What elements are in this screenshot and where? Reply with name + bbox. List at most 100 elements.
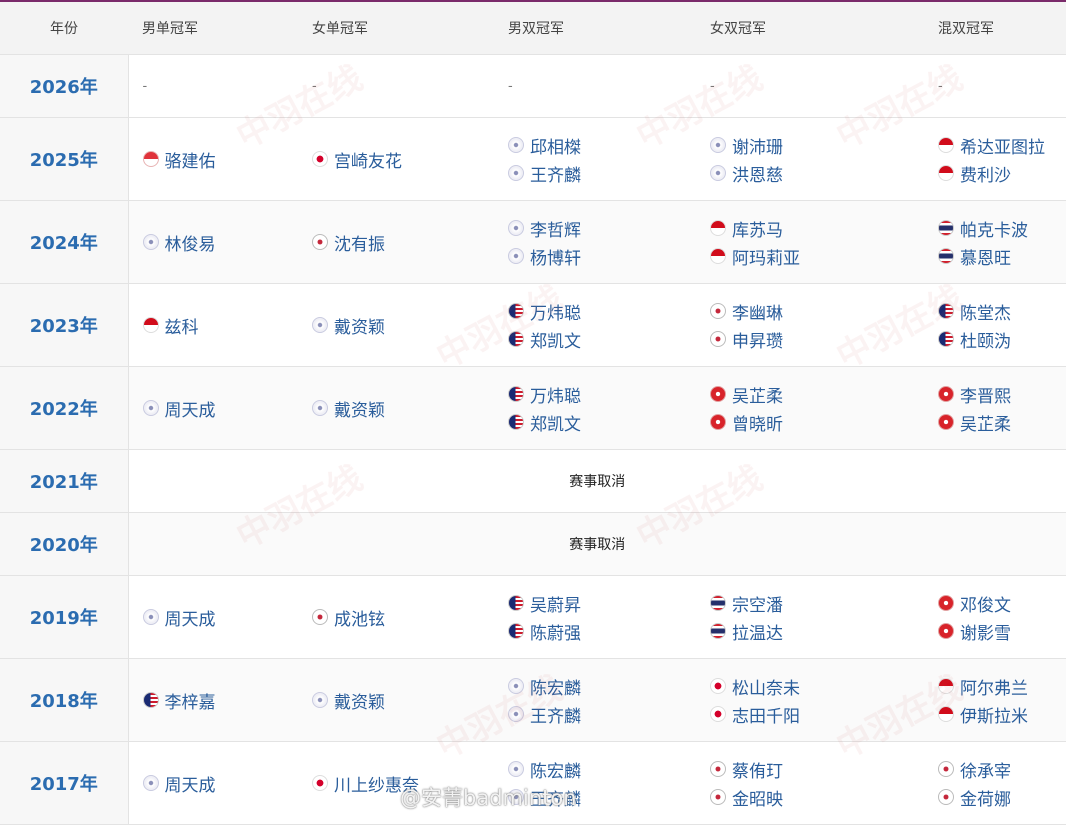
korea-flag-icon [710,331,726,347]
player-name[interactable]: 周天成 [165,396,216,421]
womens-doubles-cell: 吴芷柔 曾晓昕 [696,366,924,450]
player-name[interactable]: 沈有振 [334,230,385,255]
mens-singles-cell: 周天成 [128,366,298,450]
thailand-flag-icon [938,220,954,236]
player-name[interactable]: 谢影雪 [960,619,1011,644]
player-name[interactable]: 伊斯拉米 [960,702,1028,727]
player-name[interactable]: 李晋熙 [960,382,1011,407]
player-name[interactable]: 陈蔚强 [530,619,581,644]
hong-kong-flag-icon [938,414,954,430]
chinese-taipei-flag-icon [142,609,159,625]
player-name[interactable]: 宗空潘 [732,591,783,616]
player-name[interactable]: 杜颐沩 [960,327,1011,352]
player-name[interactable]: 李哲辉 [530,216,581,241]
player-name[interactable]: 王齐麟 [530,702,581,727]
chinese-taipei-flag-icon [508,165,524,181]
player-name[interactable]: 万炜聪 [530,299,581,324]
womens-singles-cell: 戴资颖 [298,366,494,450]
player-name[interactable]: 拉温达 [732,619,783,644]
player-name[interactable]: 李梓嘉 [165,688,216,713]
korea-flag-icon [710,789,726,805]
player-name[interactable]: 帕克卡波 [960,216,1028,241]
table-row: 2023年 兹科 戴资颖 万炜聪 郑凯文 李幽琳 申昇瓒 陈堂杰 杜颐沩 [0,283,1066,367]
player-name[interactable]: 曾晓昕 [732,410,783,435]
player-name[interactable]: 金昭映 [732,785,783,810]
player-name[interactable]: 邱相榤 [530,133,581,158]
year-cell: 2019年 [0,575,129,659]
table-row: 2019年 周天成 成池铉 吴蔚昇陈蔚强 宗空潘拉温达 邓俊文谢影雪 [0,575,1066,659]
japan-flag-icon [312,775,328,791]
table-row: 2022年 周天成 戴资颖 万炜聪 郑凯文 吴芷柔 曾晓昕 李晋熙 吴芷柔 [0,366,1066,450]
player-name[interactable]: 希达亚图拉 [960,133,1045,158]
player-name[interactable]: 费利沙 [960,161,1011,186]
singapore-flag-icon [142,151,159,167]
mixed-doubles-cell: - [924,54,1066,118]
womens-singles-cell: 沈有振 [298,200,494,284]
player-name[interactable]: 周天成 [165,771,216,796]
womens-doubles-cell: 谢沛珊 洪恩慈 [696,117,924,201]
player-name[interactable]: 阿玛莉亚 [732,244,800,269]
korea-flag-icon [710,303,726,319]
player-name[interactable]: 陈宏麟 [530,674,581,699]
player-name[interactable]: 戴资颖 [334,688,385,713]
player-name[interactable]: 蔡侑玎 [732,757,783,782]
malaysia-flag-icon [938,331,954,347]
chinese-taipei-flag-icon [508,137,524,153]
indonesia-flag-icon [142,317,159,333]
malaysia-flag-icon [142,692,159,708]
player-name[interactable]: 陈堂杰 [960,299,1011,324]
table-row: 2020年 赛事取消 [0,512,1066,576]
header-womens-singles: 女单冠军 [298,2,494,55]
chinese-taipei-flag-icon [508,248,524,264]
champions-table: 年份 男单冠军 女单冠军 男双冠军 女双冠军 混双冠军 2026年 - - - … [0,2,1066,825]
malaysia-flag-icon [508,623,524,639]
player-name[interactable]: 杨博轩 [530,244,581,269]
player-name[interactable]: 陈宏麟 [530,757,581,782]
player-name[interactable]: 吴芷柔 [960,410,1011,435]
womens-doubles-cell: 李幽琳 申昇瓒 [696,283,924,367]
player-name[interactable]: 郑凯文 [530,410,581,435]
player-name[interactable]: 郑凯文 [530,327,581,352]
womens-singles-cell: 成池铉 [298,575,494,659]
hong-kong-flag-icon [710,414,726,430]
player-name[interactable]: 吴蔚昇 [530,591,581,616]
table-row: 2026年 - - - - - [0,54,1066,118]
player-name[interactable]: 志田千阳 [732,702,800,727]
player-name[interactable]: 松山奈未 [732,674,800,699]
player-name[interactable]: 阿尔弗兰 [960,674,1028,699]
player-name[interactable]: 林俊易 [165,230,216,255]
player-name[interactable]: 邓俊文 [960,591,1011,616]
player-name[interactable]: 慕恩旺 [960,244,1011,269]
chinese-taipei-flag-icon [710,165,726,181]
cancelled-notice: 赛事取消 [128,449,1066,513]
mens-doubles-cell: - [494,54,696,118]
player-name[interactable]: 宫崎友花 [334,147,402,172]
player-name[interactable]: 金荷娜 [960,785,1011,810]
malaysia-flag-icon [508,386,524,402]
player-name[interactable]: 洪恩慈 [732,161,783,186]
player-name[interactable]: 吴芷柔 [732,382,783,407]
player-name[interactable]: 王齐麟 [530,161,581,186]
chinese-taipei-flag-icon [710,137,726,153]
player-name[interactable]: 骆建佑 [165,147,216,172]
player-name[interactable]: 戴资颖 [334,396,385,421]
cancelled-notice: 赛事取消 [128,512,1066,576]
player-name[interactable]: 徐承宰 [960,757,1011,782]
korea-flag-icon [938,789,954,805]
table-header-row: 年份 男单冠军 女单冠军 男双冠军 女双冠军 混双冠军 [0,2,1066,55]
chinese-taipei-flag-icon [142,400,159,416]
player-name[interactable]: 库苏马 [732,216,783,241]
year-cell: 2024年 [0,200,129,284]
womens-doubles-cell: 松山奈未 志田千阳 [696,658,924,742]
player-name[interactable]: 成池铉 [334,605,385,630]
player-name[interactable]: 兹科 [165,313,199,338]
player-name[interactable]: 戴资颖 [334,313,385,338]
player-name[interactable]: 谢沛珊 [732,133,783,158]
player-name[interactable]: 申昇瓒 [732,327,783,352]
player-name[interactable]: 万炜聪 [530,382,581,407]
table-row: 2018年 李梓嘉 戴资颖 陈宏麟 王齐麟 松山奈未 志田千阳 阿尔弗兰 伊斯拉米 [0,658,1066,742]
player-name[interactable]: 李幽琳 [732,299,783,324]
header-mens-doubles: 男双冠军 [494,2,696,55]
year-cell: 2017年 [0,741,129,825]
player-name[interactable]: 周天成 [165,605,216,630]
